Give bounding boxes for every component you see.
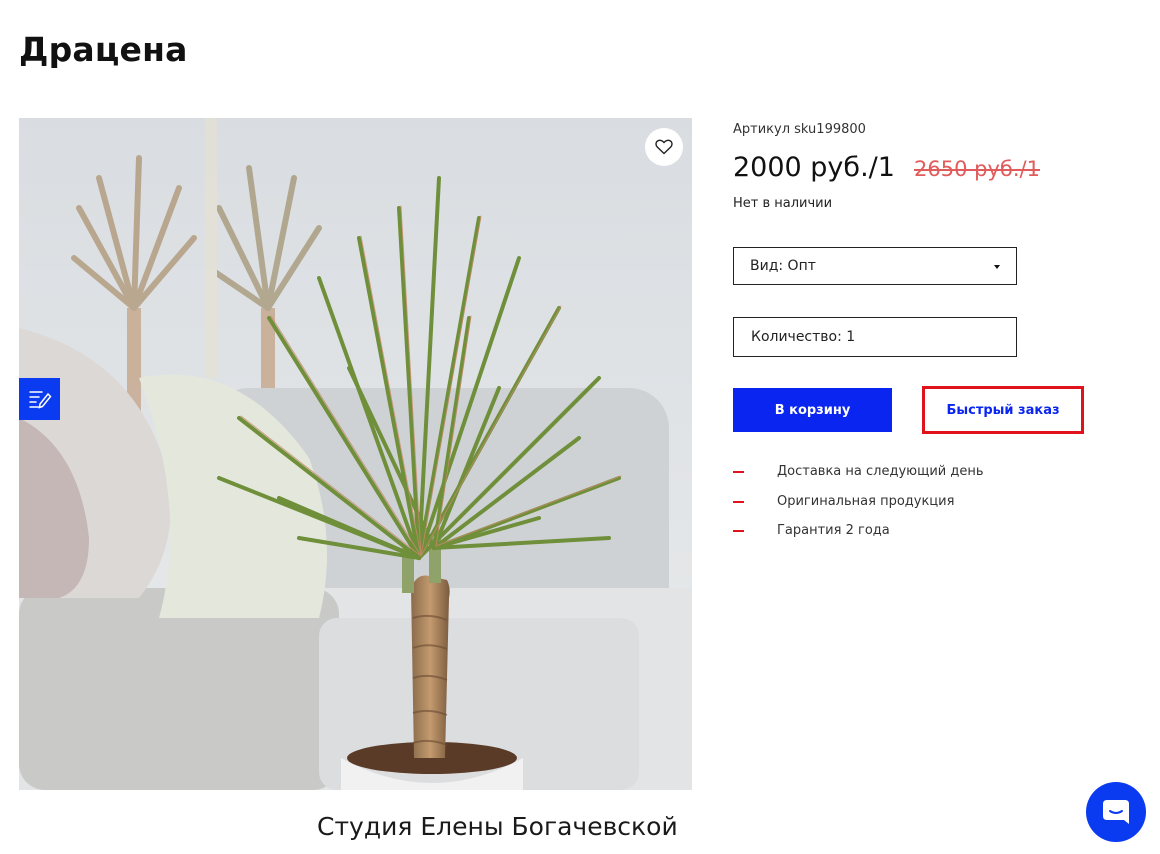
quick-order-button[interactable]: Быстрый заказ	[922, 386, 1084, 434]
edit-button[interactable]	[19, 378, 60, 420]
page-title: Драцена	[19, 30, 188, 69]
product-image[interactable]	[19, 118, 692, 790]
dracaena-photo	[19, 118, 692, 790]
variant-select[interactable]: Вид: Опт	[733, 247, 1017, 285]
feature-text: Оригинальная продукция	[777, 493, 955, 509]
chat-icon	[1103, 800, 1129, 824]
chat-widget-button[interactable]	[1086, 782, 1146, 842]
dash-icon	[733, 530, 744, 532]
image-caption: Студия Елены Богачевской	[317, 812, 678, 841]
price-block: 2000 руб./1 2650 руб./1	[733, 152, 1040, 183]
dash-icon	[733, 500, 744, 503]
caret-down-icon	[994, 265, 1000, 269]
edit-note-icon	[28, 391, 52, 409]
favorite-button[interactable]	[645, 128, 683, 166]
feature-text: Гарантия 2 года	[777, 523, 890, 538]
quantity-field[interactable]: Количество: 1	[733, 317, 1017, 357]
quantity-field-value: Количество: 1	[751, 329, 856, 345]
heart-icon	[655, 139, 673, 155]
add-to-cart-button[interactable]: В корзину	[733, 388, 892, 432]
stock-status: Нет в наличии	[733, 196, 833, 211]
old-price: 2650 руб./1	[914, 157, 1040, 181]
sku-label: Артикул sku199800	[733, 122, 866, 137]
dash-icon	[733, 471, 744, 473]
feature-text: Доставка на следующий день	[777, 464, 984, 479]
current-price: 2000 руб./1	[733, 152, 895, 183]
variant-select-value: Вид: Опт	[750, 258, 816, 274]
